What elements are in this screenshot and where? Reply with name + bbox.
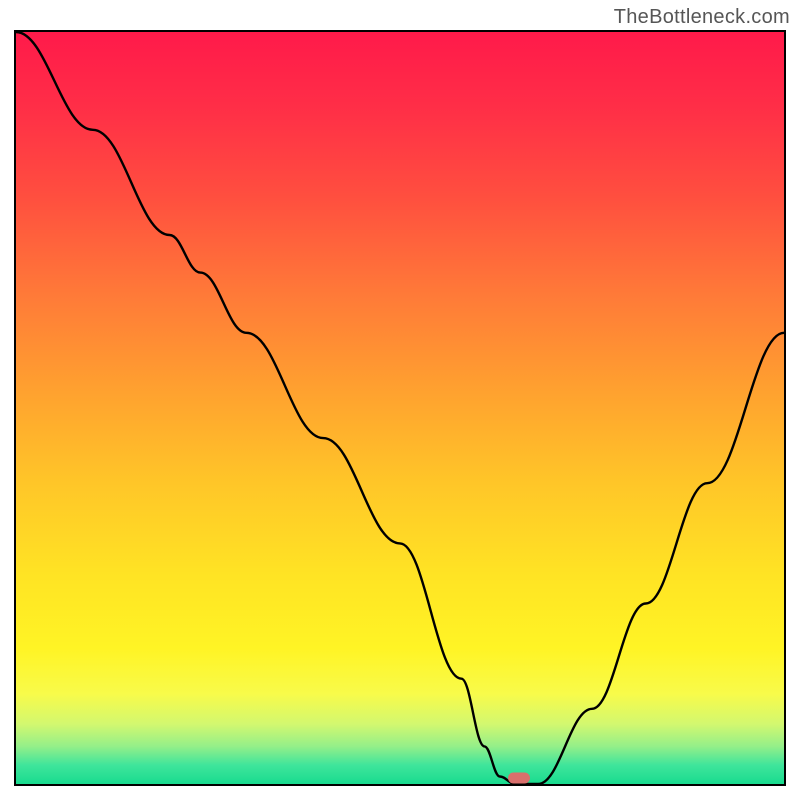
optimal-marker	[508, 772, 530, 783]
plot-frame	[14, 30, 786, 786]
chart-stage: TheBottleneck.com	[0, 0, 800, 800]
watermark-text: TheBottleneck.com	[614, 6, 790, 29]
bottleneck-curve	[16, 32, 784, 784]
